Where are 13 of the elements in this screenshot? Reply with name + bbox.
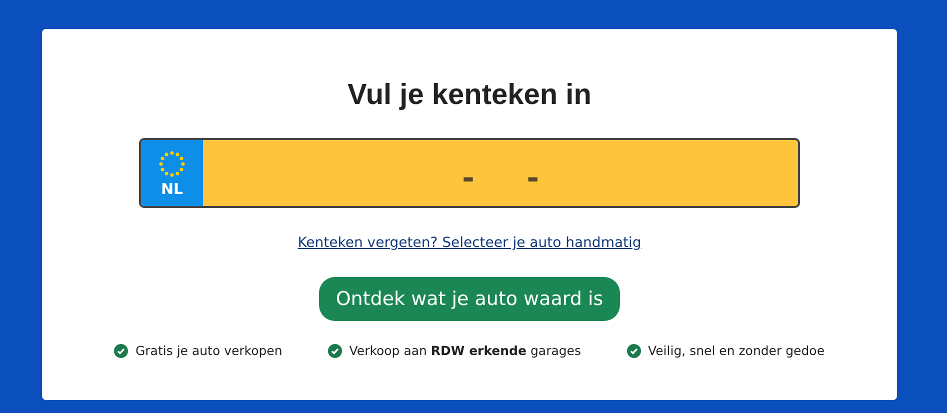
feature-text: Verkoop aan RDW erkende garages <box>349 343 582 358</box>
eu-stars-icon <box>157 148 187 178</box>
check-icon <box>627 344 642 358</box>
country-code: NL <box>160 180 184 198</box>
check-icon <box>114 344 128 358</box>
submit-button[interactable]: Ontdek wat je auto waard is <box>318 277 620 321</box>
plate-input-field[interactable]: - - <box>203 140 798 206</box>
check-icon <box>328 344 342 358</box>
license-plate-field[interactable]: NL - - <box>139 138 800 208</box>
feature-text: Veilig, snel en zonder gedoe <box>648 343 825 358</box>
page-title: Vul je kenteken in <box>348 79 592 112</box>
feature-text: Gratis je auto verkopen <box>135 343 282 358</box>
manual-select-link[interactable]: Kenteken vergeten? Selecteer je auto handmatig <box>298 235 642 251</box>
